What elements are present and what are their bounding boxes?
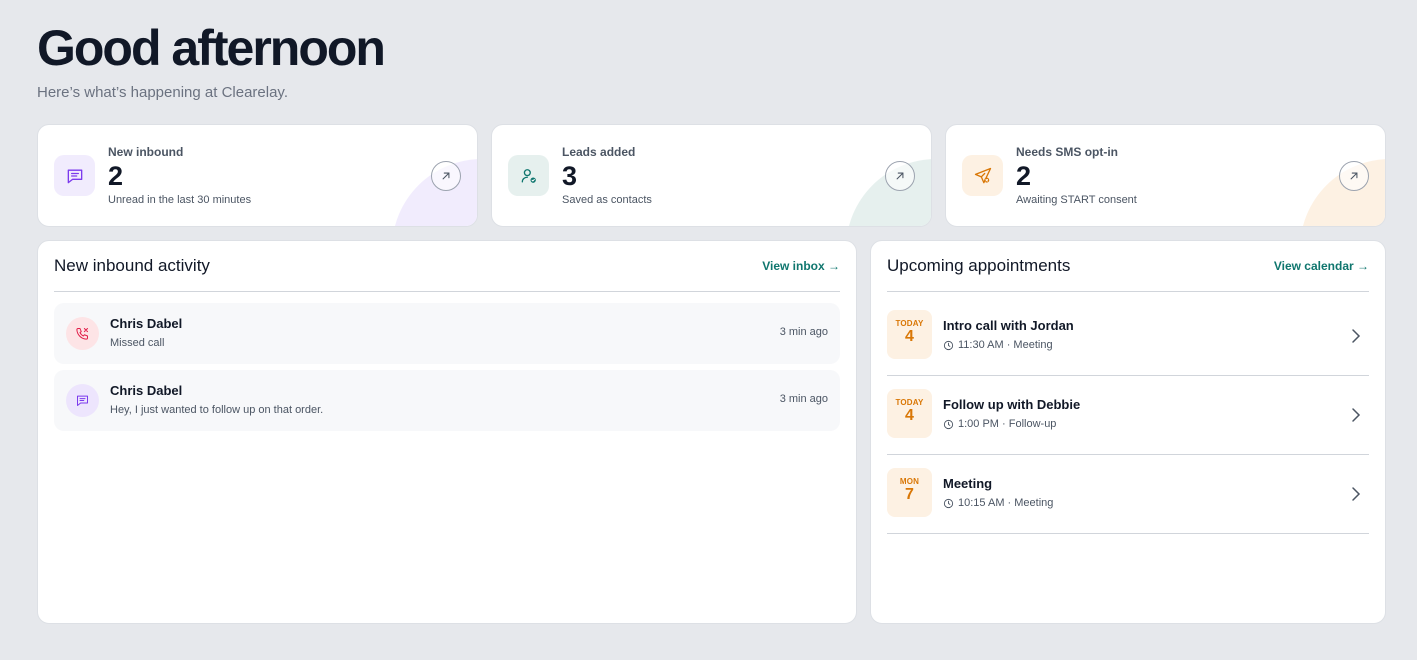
stat-label: Needs SMS opt-in [1016, 145, 1119, 159]
contact-name: Chris Dabel [110, 383, 183, 398]
activity-message: Missed call [110, 337, 165, 349]
activity-time: 3 min ago [779, 326, 828, 338]
appointment-date: 4 [905, 328, 914, 345]
page-title: Good afternoon [37, 20, 386, 76]
upcoming-appointments-panel: Upcoming appointments View calendar → TO… [870, 240, 1386, 624]
message-icon [66, 384, 99, 417]
activity-message: Hey, I just wanted to follow up on that … [110, 404, 324, 416]
appointment-day: TODAY [895, 398, 924, 407]
panel-title: Upcoming appointments [887, 256, 1071, 275]
stat-subtext: Unread in the last 30 minutes [108, 194, 252, 206]
contact-name: Chris Dabel [110, 316, 183, 331]
arrow-up-right-icon[interactable] [431, 161, 461, 191]
arrow-up-right-icon[interactable] [885, 161, 915, 191]
send-icon [962, 155, 1003, 196]
panel-header: New inbound activity View inbox → [54, 241, 840, 292]
appointment-item[interactable]: TODAY 4 Intro call with Jordan 11:30 AM … [887, 297, 1369, 376]
stat-value: 2 [108, 161, 124, 191]
view-calendar-link[interactable]: View calendar → [1274, 259, 1369, 273]
activity-time: 3 min ago [779, 393, 828, 405]
stat-card-leads-added[interactable]: Leads added 3 Saved as contacts [491, 124, 932, 227]
stat-label: New inbound [108, 145, 184, 159]
appointment-title: Follow up with Debbie [943, 397, 1081, 412]
arrow-up-right-icon[interactable] [1339, 161, 1369, 191]
phone-missed-icon [66, 317, 99, 350]
appointment-time: 10:15 AM · Meeting [958, 497, 1054, 509]
stat-value: 3 [562, 161, 578, 191]
inbound-activity-panel: New inbound activity View inbox → Chris … [37, 240, 857, 624]
page-header: Good afternoon Here’s what’s happening a… [37, 20, 386, 101]
appointment-meta: 1:00 PM · Follow-up [943, 418, 1056, 430]
message-icon [54, 155, 95, 196]
chevron-right-icon[interactable] [1349, 485, 1363, 508]
appointment-meta: 11:30 AM · Meeting [943, 339, 1053, 351]
chevron-right-icon[interactable] [1349, 406, 1363, 429]
appointment-date-badge: TODAY 4 [887, 389, 932, 438]
appointment-item[interactable]: TODAY 4 Follow up with Debbie 1:00 PM · … [887, 376, 1369, 455]
page-subtitle: Here’s what’s happening at Clearelay. [37, 84, 288, 101]
appointment-date: 7 [905, 486, 914, 503]
activity-item[interactable]: Chris Dabel Missed call 3 min ago [54, 303, 840, 364]
appointment-date-badge: TODAY 4 [887, 310, 932, 359]
appointment-item[interactable]: MON 7 Meeting 10:15 AM · Meeting [887, 455, 1369, 534]
appointment-date-badge: MON 7 [887, 468, 932, 517]
activity-item[interactable]: Chris Dabel Hey, I just wanted to follow… [54, 370, 840, 431]
appointment-title: Meeting [943, 476, 993, 491]
stat-label: Leads added [562, 145, 636, 159]
appointment-meta: 10:15 AM · Meeting [943, 497, 1053, 509]
clock-icon [943, 498, 954, 508]
clock-icon [943, 340, 954, 350]
appointment-time: 1:00 PM · Follow-up [958, 418, 1057, 430]
chevron-right-icon[interactable] [1349, 327, 1363, 350]
user-check-icon [508, 155, 549, 196]
appointment-title: Intro call with Jordan [943, 318, 1074, 333]
stat-card-needs-sms-opt-in[interactable]: Needs SMS opt-in 2 Awaiting START consen… [945, 124, 1386, 227]
appointment-day: TODAY [895, 319, 924, 328]
appointment-time: 11:30 AM · Meeting [958, 339, 1053, 351]
stat-subtext: Saved as contacts [562, 194, 652, 206]
stat-subtext: Awaiting START consent [1016, 194, 1137, 206]
appointment-date: 4 [905, 407, 914, 424]
panel-title: New inbound activity [54, 256, 210, 275]
stat-card-new-inbound[interactable]: New inbound 2 Unread in the last 30 minu… [37, 124, 478, 227]
appointment-day: MON [899, 477, 920, 486]
view-inbox-link[interactable]: View inbox → [762, 259, 840, 273]
clock-icon [943, 419, 954, 429]
stat-value: 2 [1016, 161, 1032, 191]
panel-header: Upcoming appointments View calendar → [887, 241, 1369, 292]
